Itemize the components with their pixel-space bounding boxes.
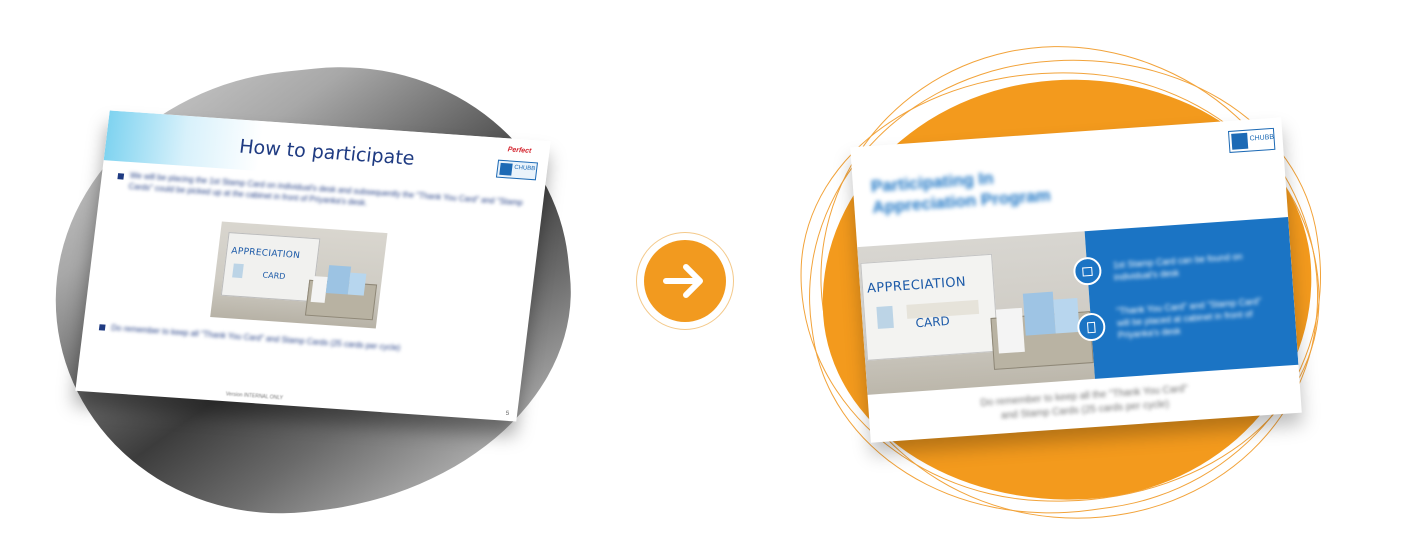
card-exchange-icon-inner: [1082, 266, 1093, 277]
photo-box: [1053, 297, 1080, 334]
photo-label-card: CARD: [915, 313, 951, 331]
logo-mark-icon: [1231, 132, 1249, 150]
photo-box: [347, 272, 367, 296]
photo-label-appreciation: APPRECIATION: [230, 246, 301, 262]
company-logo: CHUBB: [495, 159, 539, 181]
photo-label-card: CARD: [262, 270, 286, 282]
logo-text: CHUBB: [513, 164, 536, 173]
after-slide: Participating In Appreciation Program CH…: [850, 117, 1302, 443]
bullet-square-icon: [117, 173, 125, 180]
photo-label-appreciation: APPRECIATION: [866, 274, 967, 297]
page-number: 5: [505, 410, 510, 418]
info-panel: 1st Stamp Card can be found on individua…: [1072, 217, 1299, 379]
bullet-square-icon: [98, 324, 106, 331]
arrow-right-icon: [663, 264, 703, 298]
photo-board: APPRECIATION CARD: [220, 232, 321, 303]
photo-papers: [995, 307, 1025, 354]
slide-footer: Version INTERNAL ONLY: [225, 391, 284, 402]
slide-title: Participating In Appreciation Program: [870, 164, 1051, 218]
photo-card: [232, 263, 244, 279]
bookmark-icon-inner: [1086, 321, 1096, 334]
logo-text: CHUBB: [1249, 133, 1275, 143]
panel-item-2: "Thank You Card" and "Stamp Card" will b…: [1115, 296, 1262, 341]
appreciation-card-photo: APPRECIATION CARD: [210, 221, 388, 329]
comparison-stage: How to participate Perfect CHUBB We will…: [0, 0, 1410, 552]
panel-item-1: 1st Stamp Card can be found on individua…: [1112, 251, 1243, 283]
company-logo: CHUBB: [1227, 127, 1276, 153]
bullet-text-2: Do remember to keep all "Thank You Card"…: [110, 323, 401, 353]
logo-mark-icon: [499, 162, 513, 176]
photo-board: APPRECIATION CARD: [860, 253, 999, 361]
before-slide: How to participate Perfect CHUBB We will…: [75, 110, 551, 422]
photo-box: [1022, 291, 1056, 336]
photo-card: [876, 305, 894, 329]
appreciation-card-photo: APPRECIATION CARD: [857, 231, 1095, 395]
